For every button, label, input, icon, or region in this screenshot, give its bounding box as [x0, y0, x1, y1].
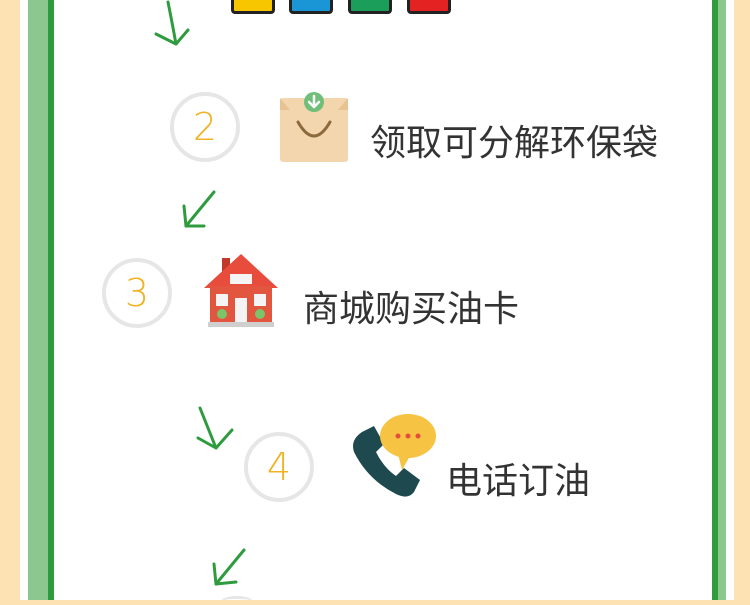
- right-edge: [726, 0, 734, 600]
- step-number-4: 4: [244, 432, 314, 502]
- right-border-stripe: [718, 0, 726, 600]
- step-number-text: 2: [192, 105, 218, 149]
- next-step-circle-partial: [222, 596, 252, 605]
- step-number-2: 2: [170, 92, 240, 162]
- step-number-text: 3: [124, 271, 150, 315]
- swatch-red: [407, 0, 451, 14]
- step-number-3: 3: [102, 258, 172, 328]
- arrow-down-left-icon: [212, 548, 246, 586]
- swatch-green: [348, 0, 392, 14]
- house-icon: [204, 254, 278, 327]
- step-label-3: 商城购买油卡: [303, 289, 520, 330]
- swatch-yellow: [231, 0, 275, 14]
- swatch-blue: [289, 0, 333, 14]
- step-number-text: 4: [266, 445, 292, 489]
- step-label-2: 领取可分解环保袋: [370, 123, 659, 164]
- left-edge: [20, 0, 28, 600]
- arrow-down-left-icon: [154, 0, 190, 46]
- left-border-stripe: [28, 0, 48, 600]
- step-label-4: 电话订油: [446, 461, 591, 502]
- arrow-down-left-icon: [182, 190, 216, 228]
- bag-icon: [280, 92, 348, 162]
- arrow-down-icon: [196, 406, 234, 450]
- phone-icon: [353, 414, 436, 497]
